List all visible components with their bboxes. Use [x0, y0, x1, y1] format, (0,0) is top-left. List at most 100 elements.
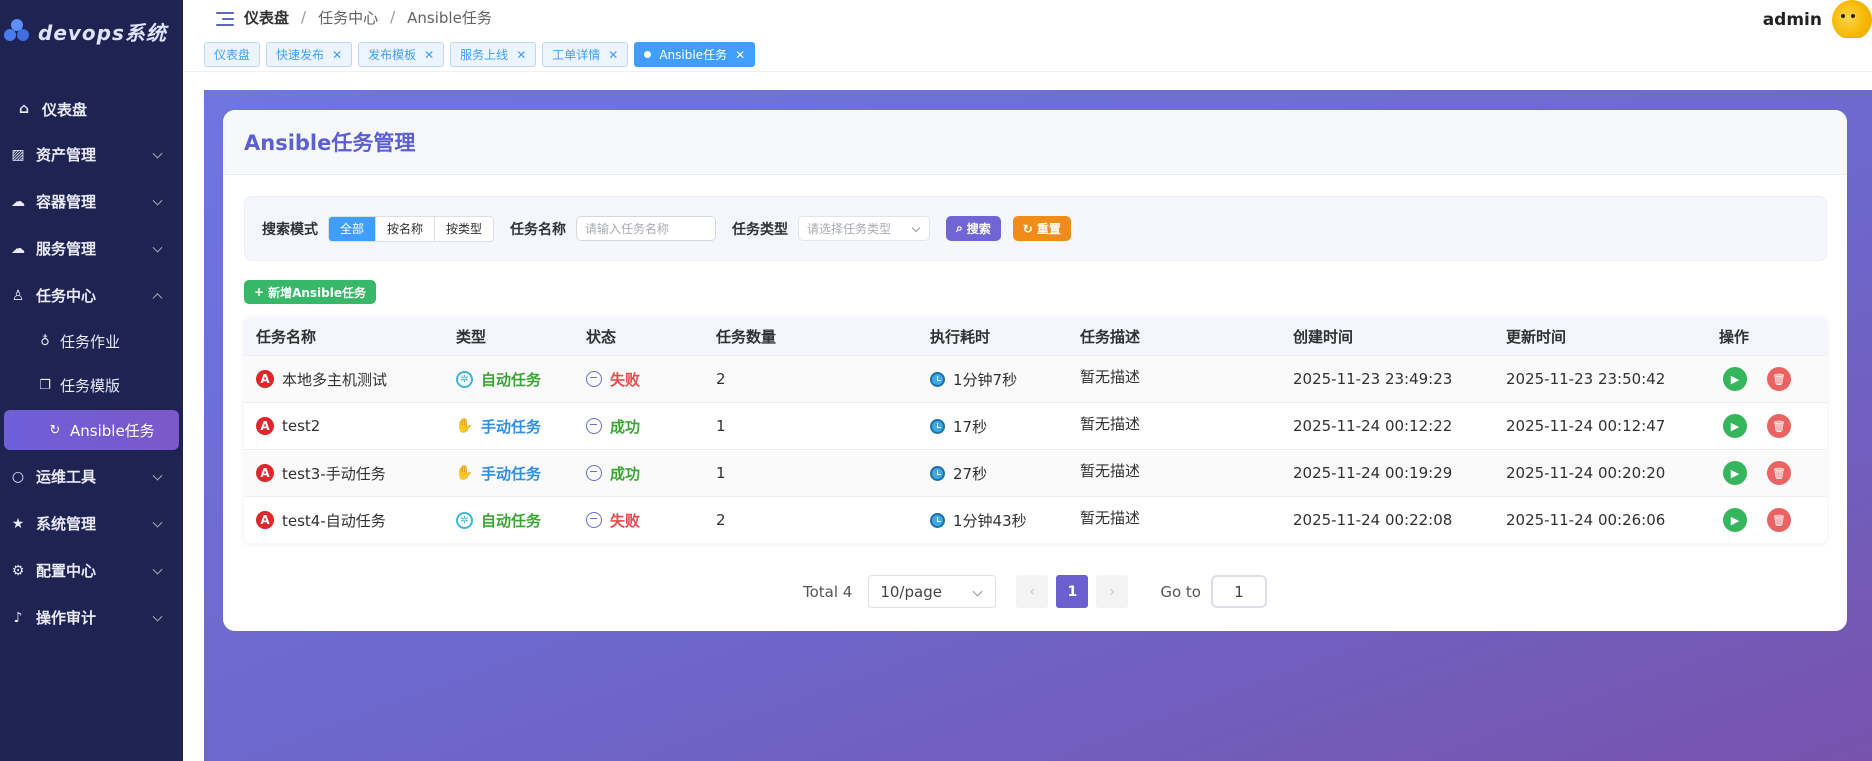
- task-description: 暂无描述: [1080, 414, 1141, 433]
- run-button[interactable]: ▶: [1723, 367, 1747, 391]
- sidebar-item-label: 任务作业: [60, 332, 121, 351]
- task-duration: 1分钟7秒: [953, 370, 1018, 389]
- close-icon[interactable]: ✕: [735, 48, 745, 62]
- breadcrumb-item[interactable]: 任务中心: [318, 7, 378, 28]
- sidebar-item-label: 服务管理: [36, 240, 97, 258]
- clock-icon: [930, 418, 945, 434]
- sidebar-item-system[interactable]: ★ 系统管理: [0, 500, 183, 547]
- menu-toggle-icon[interactable]: [216, 12, 234, 26]
- username[interactable]: admin: [1763, 10, 1822, 30]
- page-size-value: 10/page: [880, 582, 942, 601]
- user-menu[interactable]: admin: [1763, 0, 1872, 40]
- search-icon: ⌕: [956, 221, 963, 235]
- flask-icon: ♁: [40, 333, 50, 349]
- table-row[interactable]: A 本地多主机测试 ✲ 自动任务 失败 2 1分钟7秒 暂无描述 2025-11-2…: [244, 355, 1827, 402]
- run-button[interactable]: ▶: [1723, 461, 1747, 485]
- active-dot-icon: [644, 51, 652, 58]
- sidebar-subitem-task-templates[interactable]: ❐ 任务模版: [0, 363, 183, 407]
- task-count: 2: [716, 370, 726, 388]
- tag-ticket-detail[interactable]: 工单详情 ✕: [542, 42, 629, 67]
- add-button-label: 新增Ansible任务: [268, 285, 366, 300]
- refresh-icon: ↻: [1022, 221, 1033, 236]
- tag-ansible-tasks[interactable]: Ansible任务 ✕: [634, 42, 756, 67]
- delete-button[interactable]: 🗑: [1767, 508, 1791, 532]
- search-mode-all[interactable]: 全部: [329, 216, 376, 241]
- search-button[interactable]: ⌕ 搜索: [946, 216, 1001, 241]
- sidebar-menu: ⌂ 仪表盘 ▨ 资产管理 ☁ 容器管理 ☁ 服务管理 ♙ 任务中心 ♁ 任务作业: [0, 87, 183, 641]
- tag-service-online[interactable]: 服务上线 ✕: [450, 42, 537, 67]
- column-header: 执行耗时: [930, 327, 991, 346]
- sidebar-subitem-task-jobs[interactable]: ♁ 任务作业: [0, 319, 183, 363]
- reset-button[interactable]: ↻ 重置: [1012, 216, 1071, 241]
- add-ansible-task-button[interactable]: + 新增Ansible任务: [244, 280, 376, 304]
- column-header: 任务数量: [716, 327, 777, 346]
- sidebar-item-label: 配置中心: [36, 562, 97, 580]
- sidebar-item-containers[interactable]: ☁ 容器管理: [0, 178, 183, 225]
- table-row[interactable]: Atest3-手动任务 ✋ 手动任务 成功 1 27秒 暂无描述 2025-11-…: [244, 449, 1827, 496]
- task-type: 自动任务: [481, 370, 542, 389]
- goto-label: Go to: [1160, 582, 1201, 601]
- tag-release-template[interactable]: 发布模板 ✕: [358, 42, 445, 67]
- task-name: test3-手动任务: [282, 464, 386, 483]
- task-name-label: 任务名称: [510, 221, 567, 238]
- close-icon[interactable]: ✕: [516, 48, 526, 62]
- sidebar-item-config[interactable]: ⚙ 配置中心: [0, 547, 183, 594]
- close-icon[interactable]: ✕: [608, 48, 618, 62]
- sidebar-item-assets[interactable]: ▨ 资产管理: [0, 131, 183, 178]
- delete-button[interactable]: 🗑: [1767, 461, 1791, 485]
- task-name-input[interactable]: 请输入任务名称: [576, 216, 717, 241]
- cloud-icon: ☁: [11, 193, 25, 210]
- column-header: 任务描述: [1080, 327, 1141, 346]
- tag-label: 工单详情: [552, 48, 601, 62]
- column-header: 任务名称: [256, 327, 317, 346]
- bell-icon: ♪: [13, 609, 23, 626]
- delete-button[interactable]: 🗑: [1767, 367, 1791, 391]
- delete-button[interactable]: 🗑: [1767, 414, 1791, 438]
- breadcrumb-item[interactable]: 仪表盘: [244, 7, 289, 28]
- task-duration: 1分钟43秒: [953, 511, 1027, 530]
- table-row[interactable]: Atest4-自动任务 ✲ 自动任务 失败 2 1分钟43秒 暂无描述 2025-…: [244, 496, 1827, 543]
- chevron-down-icon: [152, 517, 163, 528]
- sidebar-item-audit[interactable]: ♪ 操作审计: [0, 594, 183, 641]
- next-page-button[interactable]: ›: [1096, 575, 1129, 608]
- home-icon: ⌂: [18, 101, 30, 117]
- run-button[interactable]: ▶: [1723, 414, 1747, 438]
- clock-icon: [930, 465, 945, 481]
- search-mode-by-name[interactable]: 按名称: [375, 216, 435, 241]
- created-time: 2025-11-23 23:49:23: [1293, 370, 1453, 388]
- page-size-select[interactable]: 10/page: [868, 575, 997, 608]
- updated-time: 2025-11-24 00:12:47: [1506, 417, 1666, 435]
- tag-quick-release[interactable]: 快速发布 ✕: [266, 42, 353, 67]
- top-header: 仪表盘 / 任务中心 / Ansible任务 admin: [183, 0, 1872, 40]
- tag-label: 服务上线: [460, 48, 509, 62]
- run-button[interactable]: ▶: [1723, 508, 1747, 532]
- page-number-button[interactable]: 1: [1056, 575, 1089, 608]
- task-type-label: 任务类型: [732, 221, 789, 238]
- goto-page-input[interactable]: 1: [1210, 575, 1267, 608]
- main-content: Ansible任务管理 搜索模式 全部 按名称 按类型 任务名称 请输入任务名称…: [204, 90, 1872, 761]
- sidebar-item-ops-tools[interactable]: ○ 运维工具: [0, 453, 183, 500]
- table-row[interactable]: Atest2 ✋ 手动任务 成功 1 17秒 暂无描述 2025-11-24 00…: [244, 402, 1827, 449]
- tag-dashboard[interactable]: 仪表盘: [204, 42, 261, 67]
- tag-label: 快速发布: [276, 48, 325, 62]
- task-description: 暂无描述: [1080, 461, 1141, 480]
- task-type-select[interactable]: 请选择任务类型: [798, 216, 931, 241]
- ansible-task-table: 任务名称 类型 状态 任务数量 执行耗时 任务描述 创建时间 更新时间 操作 A…: [244, 317, 1827, 543]
- sidebar-item-task-center[interactable]: ♙ 任务中心: [0, 272, 183, 319]
- logo-text: devops系统: [38, 20, 167, 45]
- search-mode-by-type[interactable]: 按类型: [434, 216, 494, 241]
- sidebar-item-label: 运维工具: [36, 468, 97, 486]
- pagination-total: Total 4: [803, 582, 853, 601]
- chevron-up-icon: [152, 292, 163, 303]
- sidebar-subitem-ansible-tasks[interactable]: ↻ Ansible任务: [4, 410, 179, 450]
- close-icon[interactable]: ✕: [424, 48, 434, 62]
- sidebar-item-label: 任务中心: [36, 287, 97, 305]
- logo[interactable]: devops系统: [0, 0, 183, 62]
- avatar[interactable]: [1832, 0, 1872, 40]
- sidebar-item-services[interactable]: ☁ 服务管理: [0, 225, 183, 272]
- close-icon[interactable]: ✕: [332, 48, 342, 62]
- prev-page-button[interactable]: ‹: [1016, 575, 1049, 608]
- sidebar-item-label: 资产管理: [36, 146, 97, 164]
- task-type: 自动任务: [481, 511, 542, 530]
- sidebar-item-dashboard[interactable]: ⌂ 仪表盘: [0, 87, 183, 131]
